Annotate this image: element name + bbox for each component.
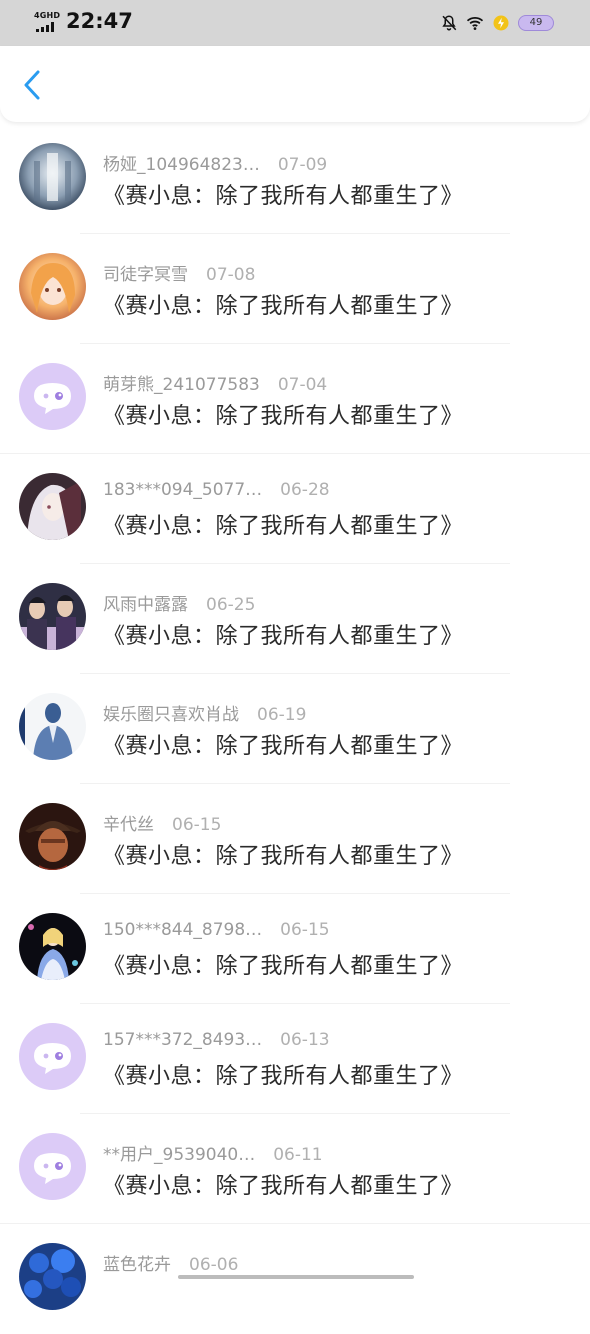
comment-text: 《赛小息：除了我所有人都重生了》 xyxy=(103,734,464,759)
notification-off-icon xyxy=(442,15,457,31)
comment-date: 06-19 xyxy=(257,705,307,725)
comment-meta: **用户_9539040… 06-11 xyxy=(103,1140,323,1165)
comment-text: 《赛小息：除了我所有人都重生了》 xyxy=(103,1064,464,1089)
comment-text: 《赛小息：除了我所有人都重生了》 xyxy=(103,184,464,209)
charging-icon xyxy=(493,15,509,31)
comment-meta: 150***844_8798… 06-15 xyxy=(103,920,330,940)
comment-meta: 183***094_5077… 06-28 xyxy=(103,480,330,500)
comment-meta: 萌芽熊_241077583 07-04 xyxy=(103,370,327,395)
back-button[interactable] xyxy=(16,68,50,102)
user-avatar[interactable] xyxy=(19,1243,86,1310)
battery-level: 49 xyxy=(529,17,543,28)
comment-date: 07-09 xyxy=(277,155,328,175)
comment-text: 《赛小息：除了我所有人都重生了》 xyxy=(103,404,464,429)
comment-date: 06-15 xyxy=(172,815,222,835)
comment-meta: 157***372_8493… 06-13 xyxy=(103,1030,330,1050)
home-indicator xyxy=(178,1275,414,1279)
status-bar: 4GHD 22:47 49 xyxy=(0,0,590,46)
list-item[interactable]: 娱乐圈只喜欢肖战 06-19 《赛小息：除了我所有人都重生了》 xyxy=(0,674,590,784)
list-item[interactable]: 风雨中露露 06-25 《赛小息：除了我所有人都重生了》 xyxy=(0,564,590,674)
default-chat-avatar-icon[interactable] xyxy=(19,1133,86,1200)
comment-meta: 蓝色花卉 06-06 xyxy=(103,1250,238,1275)
comment-date: 06-15 xyxy=(280,920,330,940)
chevron-left-icon xyxy=(24,70,40,100)
list-item[interactable]: 蓝色花卉 06-06 xyxy=(0,1224,590,1334)
comment-meta: 杨娅_104964823… 07-09 xyxy=(103,150,327,175)
comment-date: 06-13 xyxy=(280,1030,330,1050)
list-item[interactable]: **用户_9539040… 06-11 《赛小息：除了我所有人都重生了》 xyxy=(0,1114,590,1224)
signal-bars-icon: 4GHD xyxy=(34,11,61,32)
comment-meta: 辛代丝 06-15 xyxy=(103,810,221,835)
username[interactable]: 娱乐圈只喜欢肖战 xyxy=(103,705,239,725)
network-type: 4GHD xyxy=(34,11,61,20)
comment-date: 06-28 xyxy=(280,480,330,500)
comment-list: 杨娅_104964823… 07-09 《赛小息：除了我所有人都重生了》 司徒字冥… xyxy=(0,124,590,1334)
wifi-icon xyxy=(466,16,484,30)
user-avatar[interactable] xyxy=(19,473,86,540)
username[interactable]: 183***094_5077… xyxy=(103,480,262,500)
comment-date: 07-08 xyxy=(206,265,256,285)
username[interactable]: 157***372_8493… xyxy=(103,1030,262,1050)
comment-meta: 风雨中露露 06-25 xyxy=(103,590,255,615)
username[interactable]: 150***844_8798… xyxy=(103,920,262,940)
default-chat-avatar-icon[interactable] xyxy=(19,1023,86,1090)
comment-date: 06-06 xyxy=(189,1255,239,1275)
list-item[interactable]: 司徒字冥雪 07-08 《赛小息：除了我所有人都重生了》 xyxy=(0,234,590,344)
default-chat-avatar-icon[interactable] xyxy=(19,363,86,430)
comment-text: 《赛小息：除了我所有人都重生了》 xyxy=(103,294,464,319)
top-navigation-bar xyxy=(0,46,590,122)
comment-meta: 司徒字冥雪 07-08 xyxy=(103,260,255,285)
username[interactable]: 萌芽熊_241077583 xyxy=(103,375,260,395)
comment-text: 《赛小息：除了我所有人都重生了》 xyxy=(103,514,464,539)
username[interactable]: 蓝色花卉 xyxy=(103,1255,171,1275)
list-item[interactable]: 183***094_5077… 06-28 《赛小息：除了我所有人都重生了》 xyxy=(0,454,590,564)
comment-date: 06-11 xyxy=(273,1145,323,1165)
username[interactable]: 杨娅_104964823… xyxy=(103,155,260,175)
list-item[interactable]: 150***844_8798… 06-15 《赛小息：除了我所有人都重生了》 xyxy=(0,894,590,1004)
user-avatar[interactable] xyxy=(19,803,86,870)
comment-text: 《赛小息：除了我所有人都重生了》 xyxy=(103,844,464,869)
comment-date: 07-04 xyxy=(277,375,328,395)
list-item[interactable]: 杨娅_104964823… 07-09 《赛小息：除了我所有人都重生了》 xyxy=(0,124,590,234)
status-time: 22:47 xyxy=(66,9,133,33)
username[interactable]: 辛代丝 xyxy=(103,815,154,835)
list-item[interactable]: 萌芽熊_241077583 07-04 《赛小息：除了我所有人都重生了》 xyxy=(0,344,590,454)
comment-meta: 娱乐圈只喜欢肖战 06-19 xyxy=(103,700,306,725)
battery-icon: 49 xyxy=(518,15,554,31)
user-avatar[interactable] xyxy=(19,253,86,320)
user-avatar[interactable] xyxy=(19,143,86,210)
comment-text: 《赛小息：除了我所有人都重生了》 xyxy=(103,624,464,649)
username[interactable]: 司徒字冥雪 xyxy=(103,265,188,285)
user-avatar[interactable] xyxy=(19,583,86,650)
user-avatar[interactable] xyxy=(19,913,86,980)
comment-text: 《赛小息：除了我所有人都重生了》 xyxy=(103,1174,464,1199)
username[interactable]: 风雨中露露 xyxy=(103,595,188,615)
comment-date: 06-25 xyxy=(206,595,256,615)
username[interactable]: **用户_9539040… xyxy=(103,1145,255,1165)
comment-text: 《赛小息：除了我所有人都重生了》 xyxy=(103,954,464,979)
list-item[interactable]: 辛代丝 06-15 《赛小息：除了我所有人都重生了》 xyxy=(0,784,590,894)
list-item[interactable]: 157***372_8493… 06-13 《赛小息：除了我所有人都重生了》 xyxy=(0,1004,590,1114)
user-avatar[interactable] xyxy=(19,693,86,760)
